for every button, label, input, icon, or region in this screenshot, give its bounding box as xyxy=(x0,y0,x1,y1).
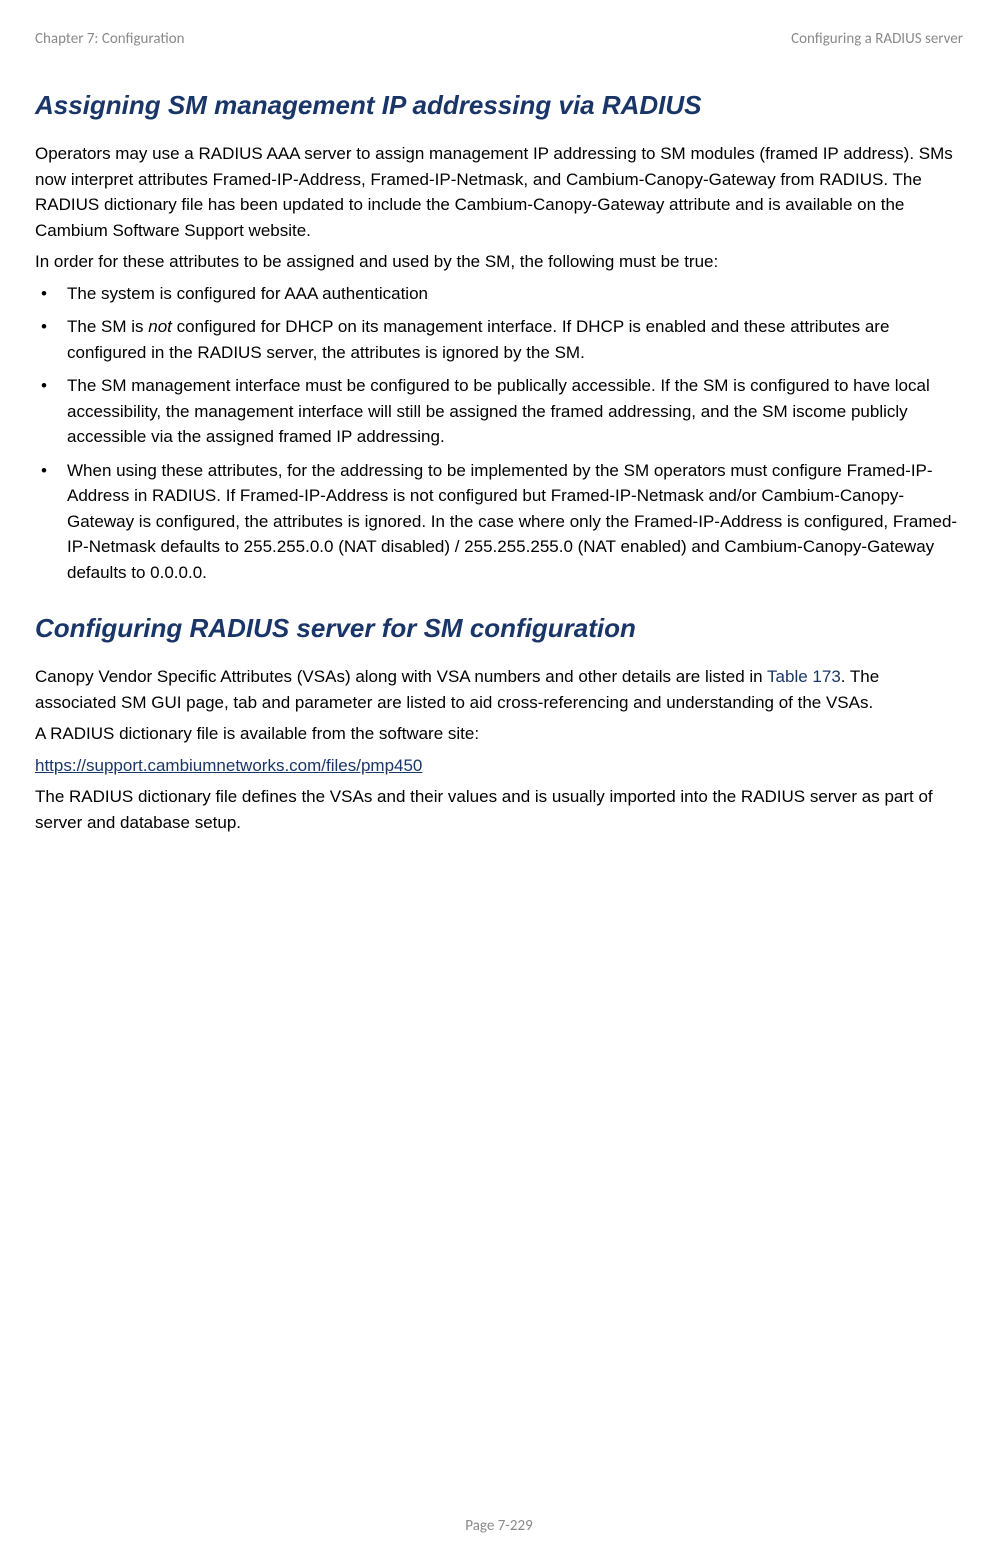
bullet-text-post: configured for DHCP on its management in… xyxy=(67,317,889,362)
table-reference: Table 173 xyxy=(767,667,841,686)
header-section: Configuring a RADIUS server xyxy=(791,30,963,48)
bullet-text-italic: not xyxy=(148,317,172,336)
page-footer: Page 7-229 xyxy=(0,1517,998,1535)
section2-para3: The RADIUS dictionary file defines the V… xyxy=(35,784,963,835)
para1-pre: Canopy Vendor Specific Attributes (VSAs)… xyxy=(35,667,767,686)
section2-title: Configuring RADIUS server for SM configu… xyxy=(35,613,963,644)
section1-para2: In order for these attributes to be assi… xyxy=(35,249,963,275)
support-link[interactable]: https://support.cambiumnetworks.com/file… xyxy=(35,756,422,775)
section2-para1: Canopy Vendor Specific Attributes (VSAs)… xyxy=(35,664,963,715)
list-item: The SM management interface must be conf… xyxy=(35,373,963,450)
page-header: Chapter 7: Configuration Configuring a R… xyxy=(35,30,963,48)
list-item: The system is configured for AAA authent… xyxy=(35,281,963,307)
section1-bullets: The system is configured for AAA authent… xyxy=(35,281,963,586)
bullet-text-pre: The SM is xyxy=(67,317,148,336)
page-number: Page 7-229 xyxy=(465,1517,532,1535)
list-item: When using these attributes, for the add… xyxy=(35,458,963,586)
list-item: The SM is not configured for DHCP on its… xyxy=(35,314,963,365)
header-chapter: Chapter 7: Configuration xyxy=(35,30,185,48)
link-paragraph: https://support.cambiumnetworks.com/file… xyxy=(35,753,963,779)
section2-para2: A RADIUS dictionary file is available fr… xyxy=(35,721,963,747)
section1-para1: Operators may use a RADIUS AAA server to… xyxy=(35,141,963,243)
section1-title: Assigning SM management IP addressing vi… xyxy=(35,90,963,121)
